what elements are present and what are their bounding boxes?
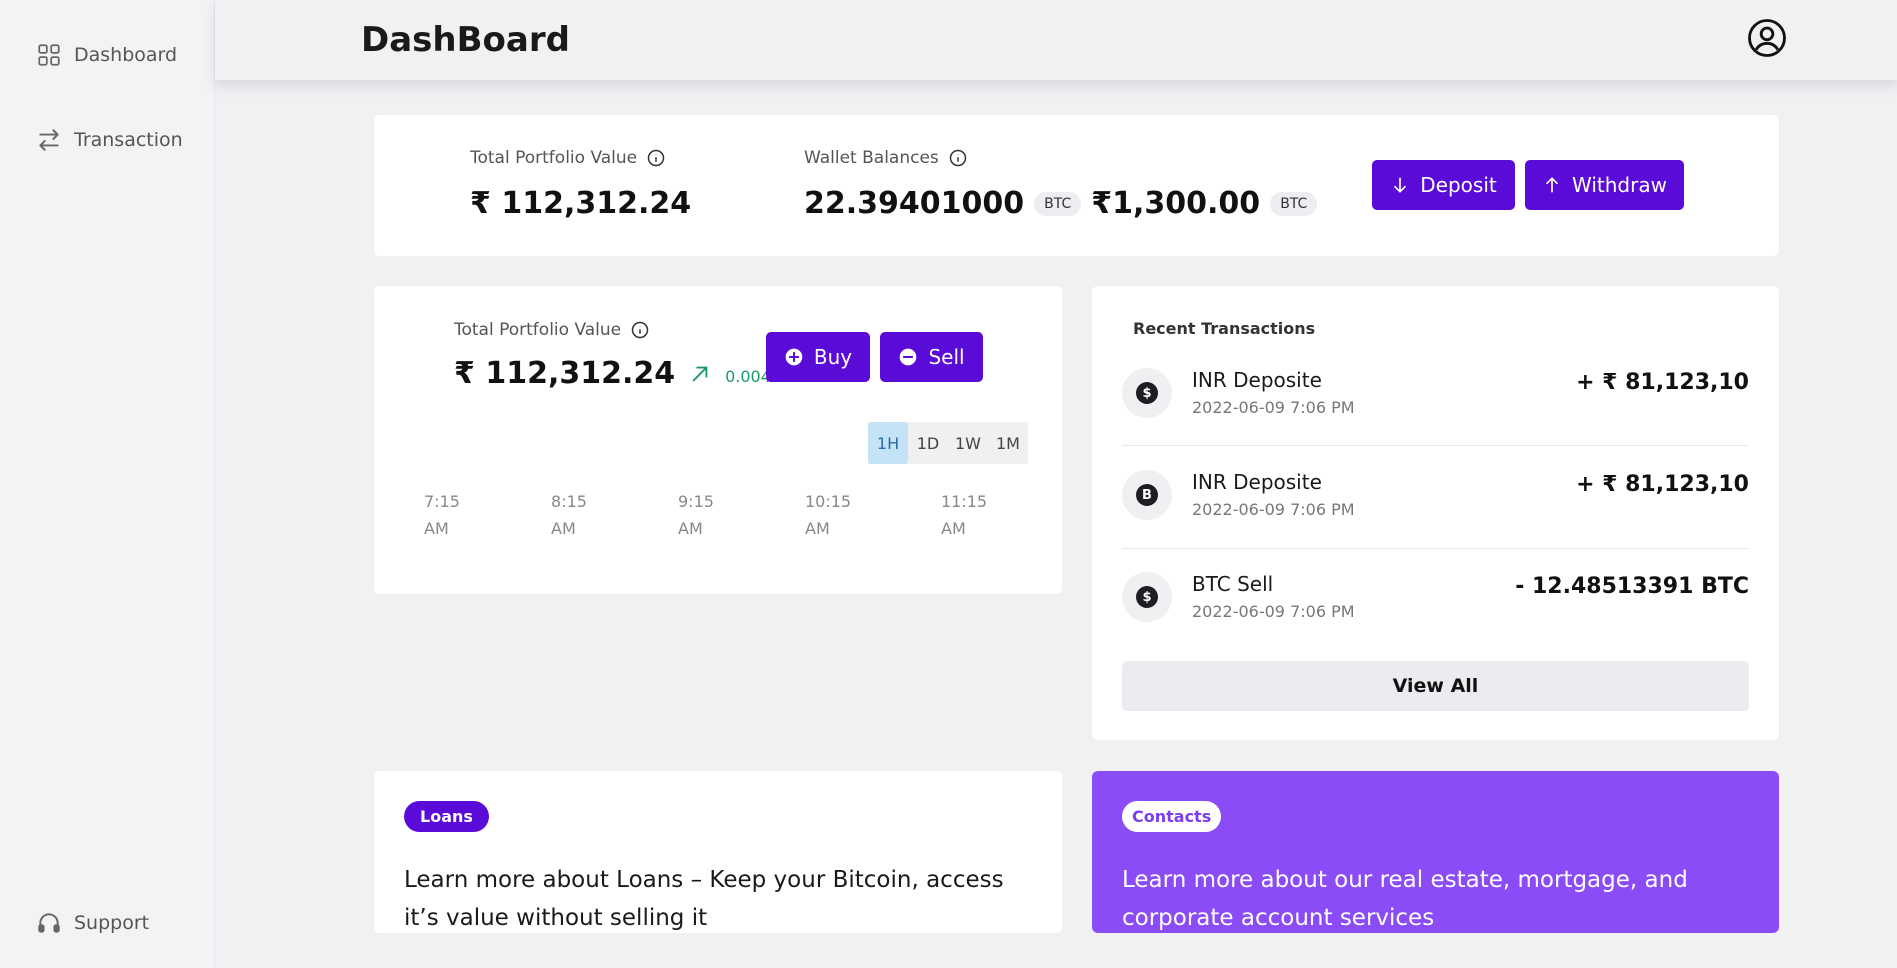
time-tick: 11:15 AM [941, 492, 988, 538]
sidebar-item-support[interactable]: Support [36, 910, 149, 936]
page-title: DashBoard [361, 20, 570, 60]
time-tick: 9:15 AM [678, 492, 714, 538]
loans-badge: Loans [404, 801, 489, 832]
arrow-down-icon [1394, 177, 1407, 193]
transaction-name: BTC Sell [1192, 572, 1274, 596]
summary-card: Total Portfolio Value ₹ 112,312.24 Walle… [374, 115, 1779, 256]
dollar-icon: $ [1122, 572, 1172, 622]
bitcoin-icon: B [1122, 470, 1172, 520]
buy-button[interactable]: Buy [766, 332, 870, 382]
transaction-name: INR Deposite [1192, 470, 1322, 494]
sidebar-item-label: Dashboard [74, 44, 178, 66]
divider [1122, 445, 1749, 446]
dollar-icon: $ [1122, 368, 1172, 418]
plus-circle-icon [785, 348, 803, 366]
transaction-amount: - 12.48513391 BTC [1515, 574, 1749, 599]
wallet-btc-value: 22.39401000 [804, 186, 1025, 221]
info-icon[interactable] [949, 149, 967, 167]
contacts-card[interactable]: Contacts Learn more about our real estat… [1092, 771, 1779, 933]
timeframe-selector: 1H 1D 1W 1M [868, 422, 1028, 464]
transaction-date: 2022-06-09 7:06 PM [1192, 602, 1355, 621]
loans-card[interactable]: Loans Learn more about Loans – Keep your… [374, 771, 1062, 933]
top-header: DashBoard [215, 0, 1897, 80]
timeframe-1m[interactable]: 1M [988, 422, 1028, 464]
transaction-date: 2022-06-09 7:06 PM [1192, 398, 1355, 417]
portfolio-label: Total Portfolio Value [454, 320, 622, 340]
transaction-date: 2022-06-09 7:06 PM [1192, 500, 1355, 519]
sell-label: Sell [928, 345, 965, 369]
portfolio-label-row: Total Portfolio Value [470, 148, 691, 168]
grid-icon [38, 44, 60, 66]
loans-text: Learn more about Loans – Keep your Bitco… [404, 867, 1004, 931]
transaction-amount: + ₹ 81,123,10 [1576, 472, 1749, 497]
timeframe-1h[interactable]: 1H [868, 422, 908, 464]
divider [1122, 548, 1749, 549]
arrows-swap-icon [39, 129, 59, 151]
transaction-name: INR Deposite [1192, 368, 1322, 392]
withdraw-label: Withdraw [1572, 173, 1667, 197]
deposit-label: Deposit [1420, 173, 1497, 197]
sell-button[interactable]: Sell [880, 332, 983, 382]
portfolio-label-row: Total Portfolio Value [454, 320, 786, 340]
currency-chip: BTC [1034, 191, 1082, 216]
portfolio-card: Total Portfolio Value ₹ 112,312.24 0.004… [374, 286, 1062, 594]
user-circle-icon[interactable] [1747, 18, 1787, 58]
wallet-label-row: Wallet Balances [804, 148, 1317, 168]
sidebar-item-label: Transaction [74, 129, 183, 151]
transaction-row[interactable]: $ INR Deposite 2022-06-09 7:06 PM + ₹ 81… [1122, 356, 1749, 458]
wallet-inr-value: ₹1,300.00 [1091, 186, 1261, 221]
arrow-up-icon [1546, 177, 1558, 193]
portfolio-value: ₹ 112,312.24 [470, 186, 692, 221]
sidebar: Dashboard Transaction Support [0, 0, 215, 968]
sidebar-item-dashboard[interactable]: Dashboard [36, 42, 177, 68]
timeframe-1d[interactable]: 1D [908, 422, 948, 464]
support-label: Support [74, 912, 150, 934]
time-tick: 8:15 AM [551, 492, 587, 538]
recent-transactions-title: Recent Transactions [1133, 319, 1316, 338]
timeframe-1w[interactable]: 1W [948, 422, 988, 464]
withdraw-button[interactable]: Withdraw [1525, 160, 1684, 210]
portfolio-label: Total Portfolio Value [470, 148, 638, 168]
info-icon[interactable] [647, 149, 665, 167]
transaction-amount: + ₹ 81,123,10 [1576, 370, 1749, 395]
transaction-row[interactable]: $ BTC Sell 2022-06-09 7:06 PM - 12.48513… [1122, 560, 1749, 662]
transaction-row[interactable]: B INR Deposite 2022-06-09 7:06 PM + ₹ 81… [1122, 458, 1749, 560]
sidebar-item-transaction[interactable]: Transaction [36, 127, 183, 153]
time-tick: 10:15 AM [805, 492, 852, 538]
deposit-button[interactable]: Deposit [1372, 160, 1515, 210]
contacts-text: Learn more about our real estate, mortga… [1122, 867, 1688, 931]
currency-chip: BTC [1270, 191, 1318, 216]
info-icon[interactable] [631, 321, 649, 339]
time-tick: 7:15 AM [424, 492, 460, 538]
view-all-button[interactable]: View All [1122, 661, 1749, 711]
minus-circle-icon [900, 348, 917, 366]
trend-up-icon [692, 366, 708, 381]
headset-icon [38, 913, 60, 933]
portfolio-value: ₹ 112,312.24 [454, 356, 676, 391]
contacts-badge: Contacts [1122, 801, 1222, 832]
buy-label: Buy [813, 345, 853, 369]
wallet-label: Wallet Balances [804, 148, 939, 168]
recent-transactions-card: Recent Transactions $ INR Deposite 2022-… [1092, 286, 1779, 740]
